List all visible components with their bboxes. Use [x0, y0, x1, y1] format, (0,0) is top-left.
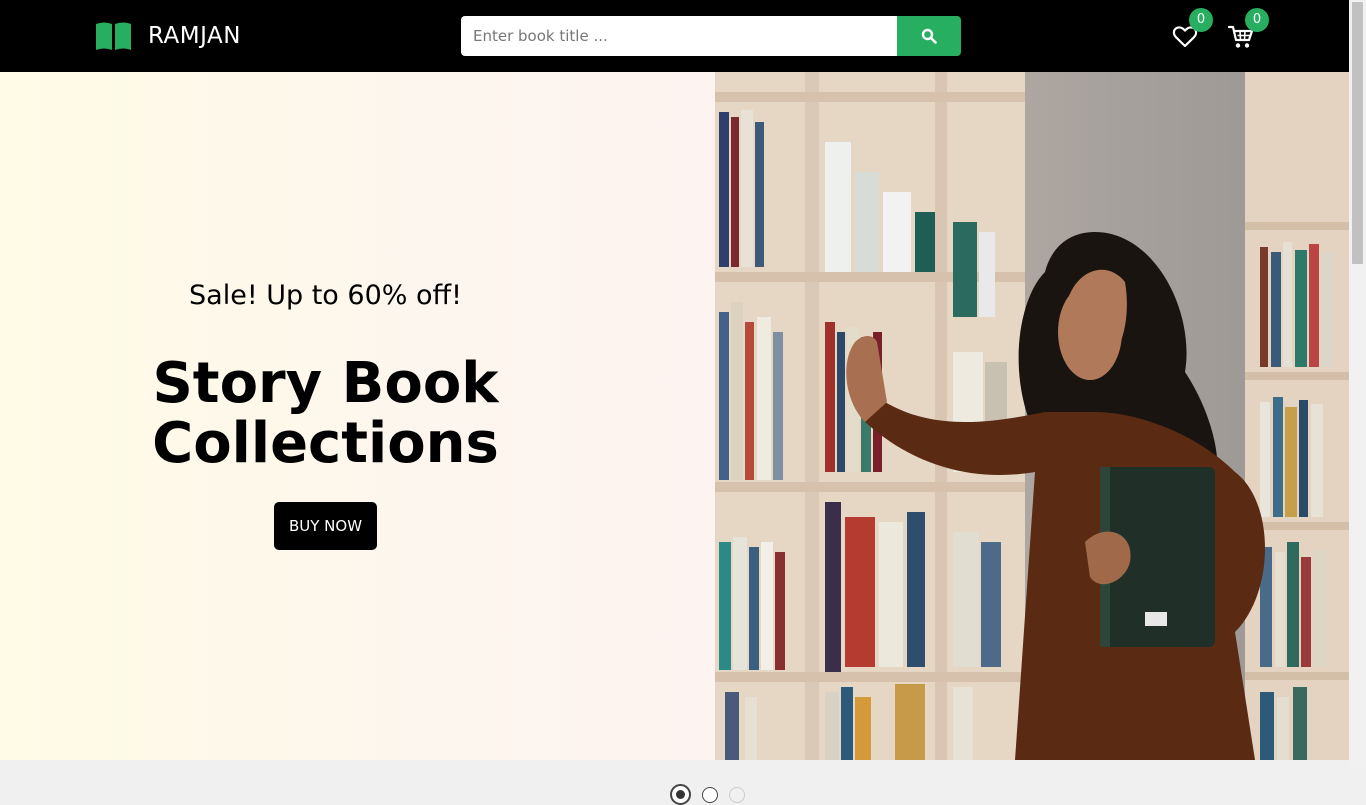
carousel-dot-2[interactable] [702, 787, 718, 803]
wishlist-count-badge: 0 [1189, 8, 1213, 32]
buy-now-button[interactable]: BUY NOW [274, 502, 377, 550]
hero-carousel: Sale! Up to 60% off! Story Book Collecti… [0, 72, 1349, 805]
hero-image [715, 72, 1349, 760]
brand-logo[interactable]: RAMJAN [95, 20, 241, 52]
brand-name: RAMJAN [148, 23, 241, 49]
scrollbar-thumb[interactable] [1352, 2, 1363, 264]
search-input[interactable] [461, 16, 897, 56]
search-icon [921, 28, 937, 44]
carousel-dot-3[interactable] [729, 787, 745, 803]
cart-count-badge: 0 [1245, 8, 1269, 32]
hero-subtitle: Sale! Up to 60% off! [189, 280, 462, 311]
page-bottom [0, 760, 1349, 768]
hero-text-panel: Sale! Up to 60% off! Story Book Collecti… [0, 72, 715, 760]
navbar: RAMJAN 0 0 [0, 0, 1349, 72]
hero-title: Story Book Collections [152, 351, 499, 476]
page-scrollbar[interactable] [1349, 0, 1366, 768]
search-button[interactable] [897, 16, 961, 56]
carousel-dot-1[interactable] [670, 784, 691, 805]
search-bar [461, 16, 961, 56]
open-book-icon [96, 22, 131, 50]
